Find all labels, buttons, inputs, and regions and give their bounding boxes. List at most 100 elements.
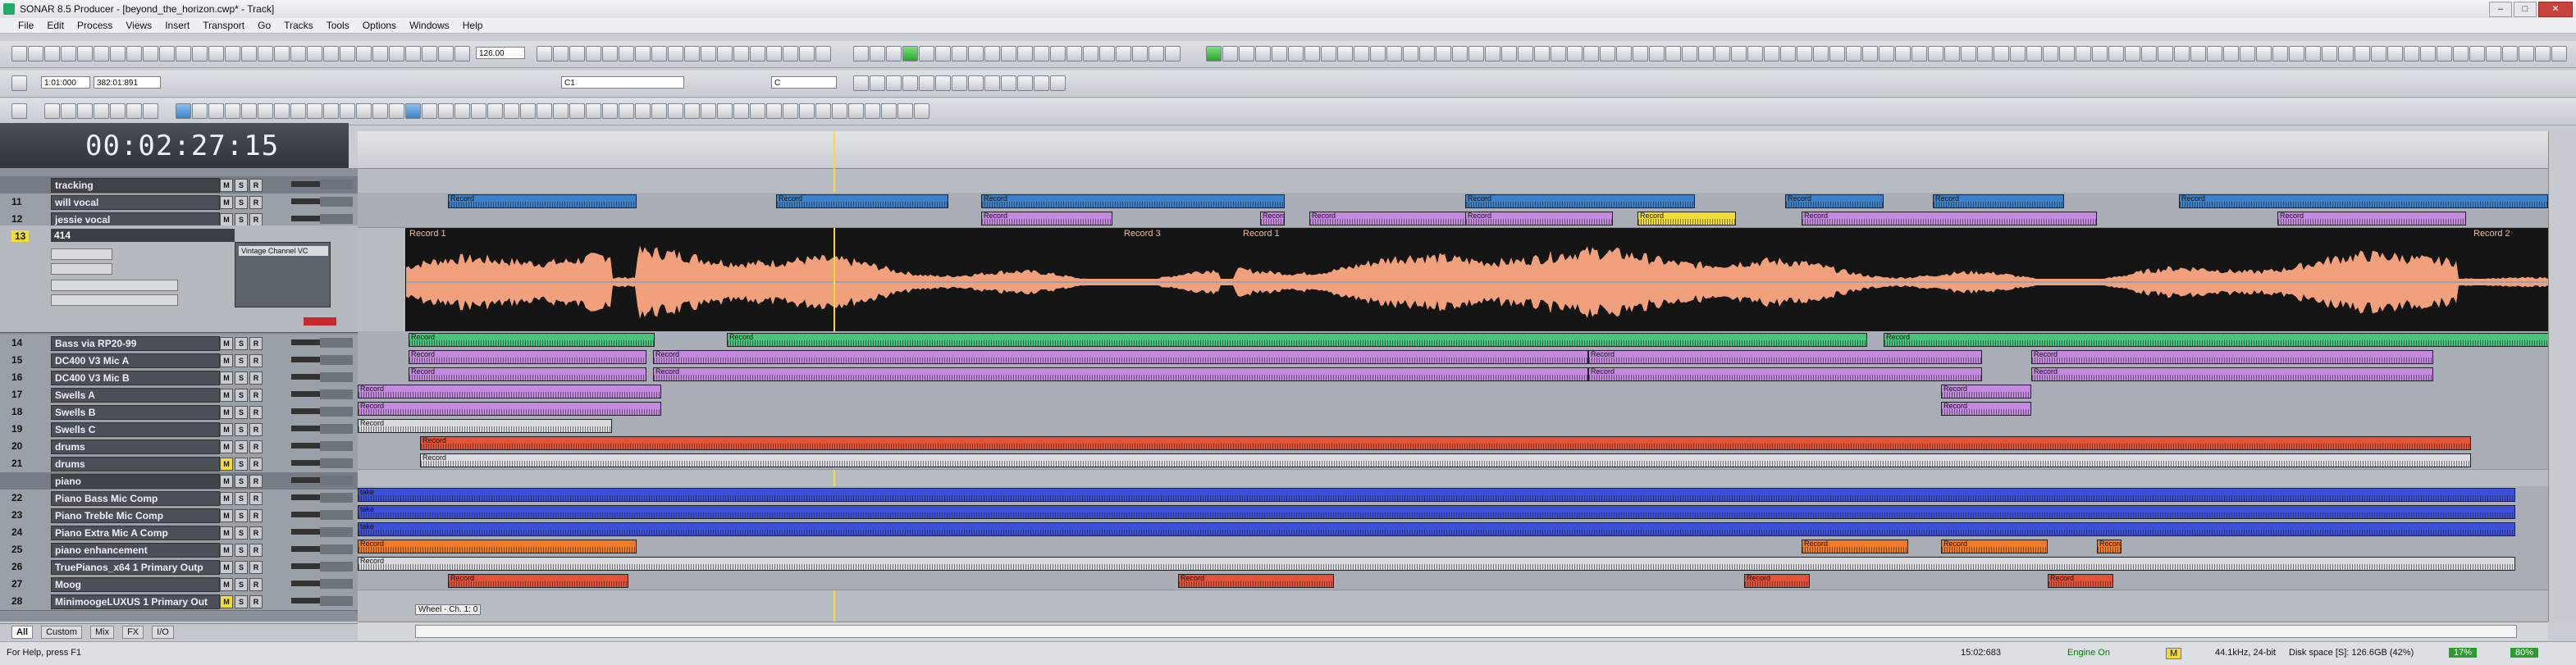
menu-views[interactable]: Views: [126, 20, 152, 31]
audio-clip[interactable]: Record: [653, 350, 1588, 364]
toolbar-button[interactable]: [2486, 46, 2501, 61]
toolbar-button[interactable]: [323, 46, 339, 61]
solo-button[interactable]: S: [235, 196, 248, 209]
track-row[interactable]: 11 will vocal M S R: [0, 194, 358, 212]
toolbar-button[interactable]: [853, 75, 869, 91]
record-button[interactable]: R: [249, 458, 263, 471]
track-row[interactable]: 24 Piano Extra Mic A Comp M S R: [0, 524, 358, 542]
record-button[interactable]: R: [249, 440, 263, 453]
toolbar-button[interactable]: [1518, 46, 1533, 61]
toolbar-button[interactable]: [1485, 46, 1500, 61]
mute-button[interactable]: M: [220, 337, 233, 350]
audio-clip[interactable]: Record: [358, 540, 637, 553]
selected-track-strip[interactable]: 13 414 Vintage Channel VC: [0, 225, 358, 333]
track-fader[interactable]: [320, 372, 353, 382]
clip-lane[interactable]: Record Record: [358, 400, 2548, 418]
toolbar-button[interactable]: [1879, 46, 1894, 61]
mute-button[interactable]: M: [220, 213, 233, 226]
track-fader[interactable]: [320, 493, 353, 503]
toolbar-button[interactable]: [1813, 46, 1829, 61]
audio-clip[interactable]: Record: [2179, 194, 2548, 208]
toolbar-button[interactable]: [717, 103, 733, 119]
track-row[interactable]: 22 Piano Bass Mic Comp M S R: [0, 490, 358, 508]
track-fader[interactable]: [320, 544, 353, 554]
toolbar-button[interactable]: [2371, 46, 2386, 61]
time-end-field[interactable]: 382:01:891: [94, 76, 161, 89]
track-name[interactable]: DC400 V3 Mic B: [51, 371, 220, 385]
toolbar-button[interactable]: [2108, 46, 2124, 61]
track-name[interactable]: DC400 V3 Mic A: [51, 353, 220, 368]
track-fader[interactable]: [320, 197, 353, 207]
toolbar-button[interactable]: [159, 46, 175, 61]
track-name[interactable]: piano: [51, 474, 220, 489]
audio-clip[interactable]: Record: [1802, 212, 2097, 225]
toolbar-button[interactable]: [61, 103, 76, 119]
toolbar-button[interactable]: [11, 103, 27, 119]
toolbar-button[interactable]: [1050, 46, 1066, 61]
toolbar-button[interactable]: [1017, 75, 1033, 91]
toolbar-button[interactable]: [44, 46, 60, 61]
toolbar-button[interactable]: [389, 103, 404, 119]
toolbar-button[interactable]: [602, 46, 618, 61]
vertical-zoom-pane[interactable]: [2548, 131, 2576, 622]
tempo-field[interactable]: 126.00: [476, 47, 525, 59]
toolbar-button[interactable]: [815, 103, 831, 119]
toolbar-button[interactable]: [935, 46, 951, 61]
toolbar-button[interactable]: [2535, 46, 2551, 61]
toolbar-button[interactable]: [635, 103, 651, 119]
mute-button[interactable]: M: [220, 354, 233, 367]
audio-clip[interactable]: Record: [1465, 194, 1695, 208]
audio-clip[interactable]: Record: [409, 333, 655, 347]
toolbar-button[interactable]: [914, 103, 929, 119]
audio-clip[interactable]: Record: [1465, 212, 1613, 225]
toolbar-button[interactable]: [1321, 46, 1336, 61]
toolbar-button[interactable]: [77, 46, 93, 61]
toolbar-button[interactable]: [1600, 46, 1615, 61]
toolbar-button[interactable]: [1895, 46, 1911, 61]
toolbar-button[interactable]: [799, 103, 815, 119]
audio-clip[interactable]: Record: [1884, 333, 2548, 347]
toolbar-button[interactable]: [2551, 46, 2567, 61]
track-row[interactable]: tracking M S R: [0, 176, 358, 194]
track-fader[interactable]: [320, 424, 353, 434]
toolbar-button[interactable]: [2174, 46, 2190, 61]
toolbar-button[interactable]: [783, 46, 798, 61]
audio-clip[interactable]: Record: [981, 212, 1112, 225]
toolbar-button[interactable]: [619, 103, 634, 119]
toolbar-button[interactable]: [2420, 46, 2436, 61]
solo-button[interactable]: S: [235, 354, 248, 367]
track-fader[interactable]: [320, 407, 353, 417]
toolbar-button[interactable]: [44, 103, 60, 119]
toolbar-button[interactable]: [2519, 46, 2534, 61]
toolbar-button[interactable]: [1034, 46, 1049, 61]
toolbar-button[interactable]: [1468, 46, 1484, 61]
audio-clip[interactable]: Record: [1933, 194, 2064, 208]
audio-clip[interactable]: Record: [420, 453, 2471, 467]
audio-clip[interactable]: Record: [1588, 350, 1982, 364]
solo-button[interactable]: S: [235, 595, 248, 608]
record-button[interactable]: R: [249, 544, 263, 557]
track-name[interactable]: Swells C: [51, 422, 220, 437]
toolbar-button[interactable]: [11, 46, 27, 61]
clip-lane[interactable]: Record: [358, 555, 2548, 573]
toolbar-button[interactable]: [1419, 46, 1435, 61]
toolbar-button[interactable]: [537, 46, 552, 61]
toolbar-button[interactable]: [274, 46, 290, 61]
menu-options[interactable]: Options: [363, 20, 396, 31]
key-select[interactable]: C: [771, 76, 837, 89]
toolbar-button[interactable]: [1567, 46, 1583, 61]
toolbar-button[interactable]: [832, 103, 847, 119]
toolbar-button[interactable]: [586, 46, 601, 61]
solo-button[interactable]: S: [235, 561, 248, 574]
toolbar-button[interactable]: [1551, 46, 1566, 61]
audio-clip[interactable]: Record: [358, 385, 661, 399]
toolbar-button[interactable]: [1403, 46, 1418, 61]
toolbar-button[interactable]: [2026, 46, 2042, 61]
toolbar-button[interactable]: [935, 75, 951, 91]
record-button[interactable]: R: [249, 509, 263, 522]
track-row[interactable]: 15 DC400 V3 Mic AMSR: [0, 352, 358, 370]
toolbar-button[interactable]: [2158, 46, 2173, 61]
toolbar-button[interactable]: [865, 103, 880, 119]
toolbar-button[interactable]: [635, 46, 651, 61]
menu-tools[interactable]: Tools: [327, 20, 349, 31]
